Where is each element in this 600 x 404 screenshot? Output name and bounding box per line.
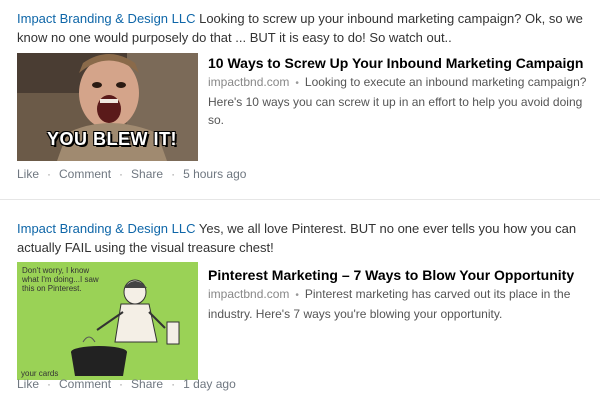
post-divider xyxy=(0,199,600,200)
separator-dot: · xyxy=(171,377,176,391)
separator-dot: · xyxy=(171,167,176,181)
article-preview: Pinterest Marketing – 7 Ways to Blow You… xyxy=(208,266,593,323)
article-title-link[interactable]: 10 Ways to Screw Up Your Inbound Marketi… xyxy=(208,54,593,72)
post-text: Impact Branding & Design LLC Looking to … xyxy=(17,9,593,47)
thumbnail-caption: Don't worry, I know what I'm doing...I s… xyxy=(22,266,99,293)
author-link[interactable]: Impact Branding & Design LLC xyxy=(17,221,195,236)
separator-dot: · xyxy=(119,167,124,181)
thumbnail-caption: YOU BLEW IT! xyxy=(47,129,177,149)
post-actions: Like · Comment · Share · 5 hours ago xyxy=(17,166,246,182)
separator-dot: • xyxy=(295,78,299,89)
article-thumbnail[interactable]: Don't worry, I know what I'm doing...I s… xyxy=(17,262,198,380)
article-description: impactbnd.com • Looking to execute an inbo… xyxy=(208,73,593,129)
share-link[interactable]: Share xyxy=(131,377,163,391)
post-timestamp: 5 hours ago xyxy=(183,167,247,181)
post-timestamp: 1 day ago xyxy=(183,377,236,391)
article-source: impactbnd.com xyxy=(208,75,290,89)
post-actions: Like · Comment · Share · 1 day ago xyxy=(17,376,236,392)
post-text: Impact Branding & Design LLC Yes, we all… xyxy=(17,219,593,257)
like-link[interactable]: Like xyxy=(17,377,39,391)
separator-dot: · xyxy=(47,167,52,181)
article-thumbnail[interactable]: YOU BLEW IT! xyxy=(17,53,198,161)
comment-link[interactable]: Comment xyxy=(59,167,111,181)
article-preview: 10 Ways to Screw Up Your Inbound Marketi… xyxy=(208,54,593,129)
article-description: impactbnd.com • Pinterest marketing has ca… xyxy=(208,285,593,323)
comment-link[interactable]: Comment xyxy=(59,377,111,391)
author-link[interactable]: Impact Branding & Design LLC xyxy=(17,11,195,26)
article-source: impactbnd.com xyxy=(208,287,290,301)
separator-dot: · xyxy=(47,377,52,391)
separator-dot: • xyxy=(295,290,299,301)
share-link[interactable]: Share xyxy=(131,167,163,181)
separator-dot: · xyxy=(119,377,124,391)
article-title-link[interactable]: Pinterest Marketing – 7 Ways to Blow You… xyxy=(208,266,593,284)
like-link[interactable]: Like xyxy=(17,167,39,181)
